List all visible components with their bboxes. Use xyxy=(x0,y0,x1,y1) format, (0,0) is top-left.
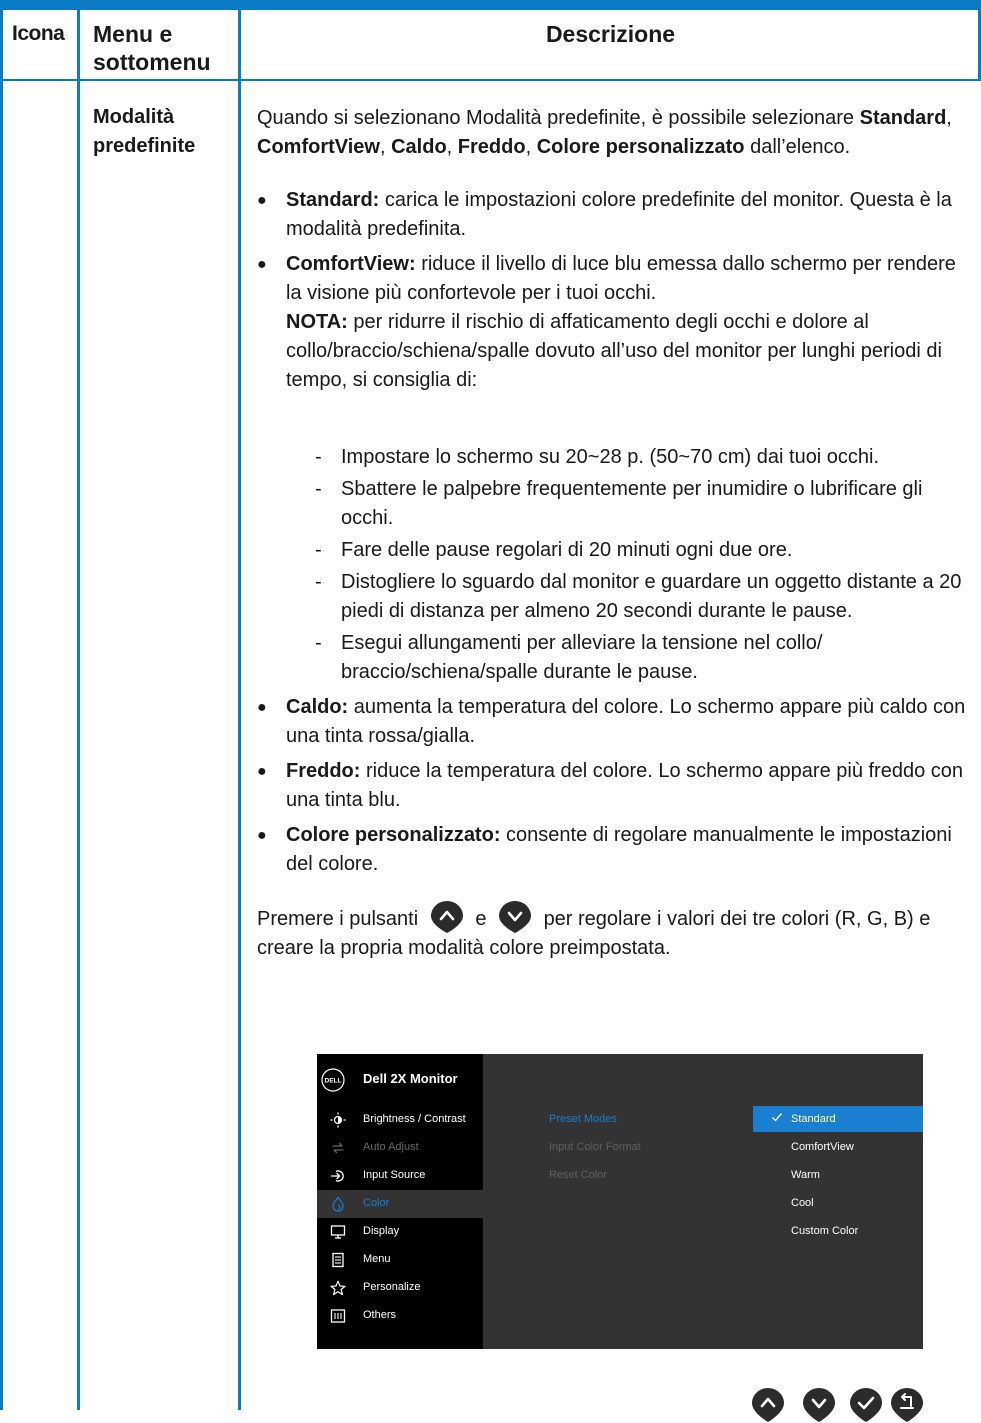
osd-menu-personalize[interactable]: Personalize xyxy=(317,1274,483,1302)
osd-screenshot: DELL Dell 2X Monitor Brightness / Contra… xyxy=(317,1054,923,1349)
column-divider-menu xyxy=(238,10,241,1410)
list-item: Caldo: aumenta la temperatura del colore… xyxy=(257,693,977,751)
osd-menu-color[interactable]: Color xyxy=(317,1190,483,1218)
up-button-icon xyxy=(430,900,463,933)
bullet-term: Colore personalizzato: xyxy=(286,824,501,846)
input-source-icon xyxy=(330,1170,344,1182)
header-row-divider xyxy=(0,79,981,81)
bullet-term: Standard: xyxy=(286,189,380,211)
osd-option-standard[interactable]: Standard xyxy=(753,1106,923,1132)
menu-icon xyxy=(332,1252,344,1268)
dell-logo-icon: DELL xyxy=(321,1068,345,1092)
osd-menu-label: Input Source xyxy=(363,1169,426,1181)
osd-submenu-reset-color[interactable]: Reset Color xyxy=(549,1169,607,1181)
display-icon xyxy=(330,1225,346,1239)
osd-option-label: Cool xyxy=(791,1197,814,1209)
svg-text:DELL: DELL xyxy=(325,1078,342,1085)
osd-submenu-preset-modes[interactable]: Preset Modes xyxy=(549,1113,617,1125)
header-menu-column: Menu e sottomenu xyxy=(93,21,211,75)
list-item: Colore personalizzato: consente di regol… xyxy=(257,821,977,879)
header-description-column: Descrizione xyxy=(545,21,676,47)
tip-item: Distogliere lo sguardo dal monitor e gua… xyxy=(286,568,977,626)
bullet-text: carica le impostazioni colore predefinit… xyxy=(286,189,952,240)
osd-menu-label: Menu xyxy=(363,1253,391,1265)
table-left-border xyxy=(0,10,3,1410)
bullet-term: ComfortView: xyxy=(286,253,416,275)
list-item: ComfortView: riduce il livello di luce b… xyxy=(257,250,977,687)
osd-menu-display[interactable]: Display xyxy=(317,1218,483,1246)
color-icon xyxy=(332,1196,344,1212)
osd-submenu-input-color-format[interactable]: Input Color Format xyxy=(549,1141,641,1153)
bullet-text: aumenta la temperatura del colore. Lo sc… xyxy=(286,696,966,747)
osd-menu-label: Auto Adjust xyxy=(363,1141,419,1153)
osd-option-label: Standard xyxy=(791,1113,836,1125)
osd-option-label: Warm xyxy=(791,1169,820,1181)
row-label-preset-modes: Modalità predefinite xyxy=(93,106,196,157)
list-item: Standard: carica le impostazioni colore … xyxy=(257,186,977,244)
intro-prefix: Quando si selezionano Modalità predefini… xyxy=(257,107,855,129)
osd-option-cool[interactable]: Cool xyxy=(753,1190,923,1216)
osd-menu-menu[interactable]: Menu xyxy=(317,1246,483,1274)
osd-menu-label: Display xyxy=(363,1225,400,1237)
osd-menu-others[interactable]: Others xyxy=(317,1302,483,1330)
osd-menu-label: Brightness / Contrast xyxy=(363,1113,466,1125)
intro-option: Colore personalizzato xyxy=(536,136,745,158)
osd-menu-label: Others xyxy=(363,1309,397,1321)
press-prefix: Premere i pulsanti xyxy=(257,908,419,930)
tip-item: Impostare lo schermo su 20~28 p. (50~70 … xyxy=(286,443,977,472)
osd-option-custom-color[interactable]: Custom Color xyxy=(753,1218,923,1244)
bullet-term: Caldo: xyxy=(286,696,349,718)
tip-item: Fare delle pause regolari di 20 minuti o… xyxy=(286,536,977,565)
note-text: per ridurre il rischio di affaticamento … xyxy=(286,311,942,391)
auto-adjust-icon xyxy=(332,1142,344,1154)
eye-care-tips: Impostare lo schermo su 20~28 p. (50~70 … xyxy=(286,443,977,687)
description-content: Quando si selezionano Modalità predefini… xyxy=(257,104,977,963)
bullet-term: Freddo: xyxy=(286,760,361,782)
intro-option: Standard xyxy=(859,107,947,129)
brightness-icon xyxy=(330,1112,346,1128)
star-icon xyxy=(330,1280,346,1296)
osd-option-comfortview[interactable]: ComfortView xyxy=(753,1134,923,1160)
intro-option: Caldo xyxy=(391,136,447,158)
press-and: e xyxy=(475,908,487,930)
down-button-icon[interactable] xyxy=(802,1387,836,1423)
down-button-icon xyxy=(499,900,531,933)
others-icon xyxy=(330,1309,346,1323)
osd-menu-auto-adjust[interactable]: Auto Adjust xyxy=(317,1134,483,1162)
osd-menu-label: Color xyxy=(363,1197,390,1209)
tip-item: Esegui allungamenti per alleviare la ten… xyxy=(286,629,977,687)
intro-option: Freddo xyxy=(457,136,526,158)
up-button-icon[interactable] xyxy=(751,1387,785,1423)
list-item: Freddo: riduce la temperatura del colore… xyxy=(257,757,977,815)
note-label: NOTA: xyxy=(286,311,348,333)
press-buttons-paragraph: Premere i pulsanti e per regolare i valo… xyxy=(257,900,977,963)
osd-option-label: Custom Color xyxy=(791,1225,859,1237)
back-button-icon[interactable] xyxy=(890,1387,924,1423)
confirm-button-icon[interactable] xyxy=(849,1387,883,1423)
osd-menu-input-source[interactable]: Input Source xyxy=(317,1162,483,1190)
osd-title: Dell 2X Monitor xyxy=(363,1071,458,1086)
osd-menu-label: Personalize xyxy=(363,1281,421,1293)
osd-option-warm[interactable]: Warm xyxy=(753,1162,923,1188)
header-icon-column: Icona xyxy=(12,22,65,45)
intro-option: ComfortView xyxy=(257,136,380,158)
intro-suffix: dall’elenco. xyxy=(750,136,851,158)
osd-menu-brightness[interactable]: Brightness / Contrast xyxy=(317,1106,483,1134)
checkmark-icon xyxy=(772,1113,783,1122)
intro-paragraph: Quando si selezionano Modalità predefini… xyxy=(257,107,952,158)
tip-item: Sbattere le palpebre frequentemente per … xyxy=(286,475,977,533)
column-divider-icon xyxy=(77,10,80,1410)
preset-mode-list: Standard: carica le impostazioni colore … xyxy=(257,186,977,879)
table-top-border xyxy=(0,0,981,10)
osd-option-label: ComfortView xyxy=(791,1141,854,1153)
bullet-text: riduce la temperatura del colore. Lo sch… xyxy=(286,760,964,811)
